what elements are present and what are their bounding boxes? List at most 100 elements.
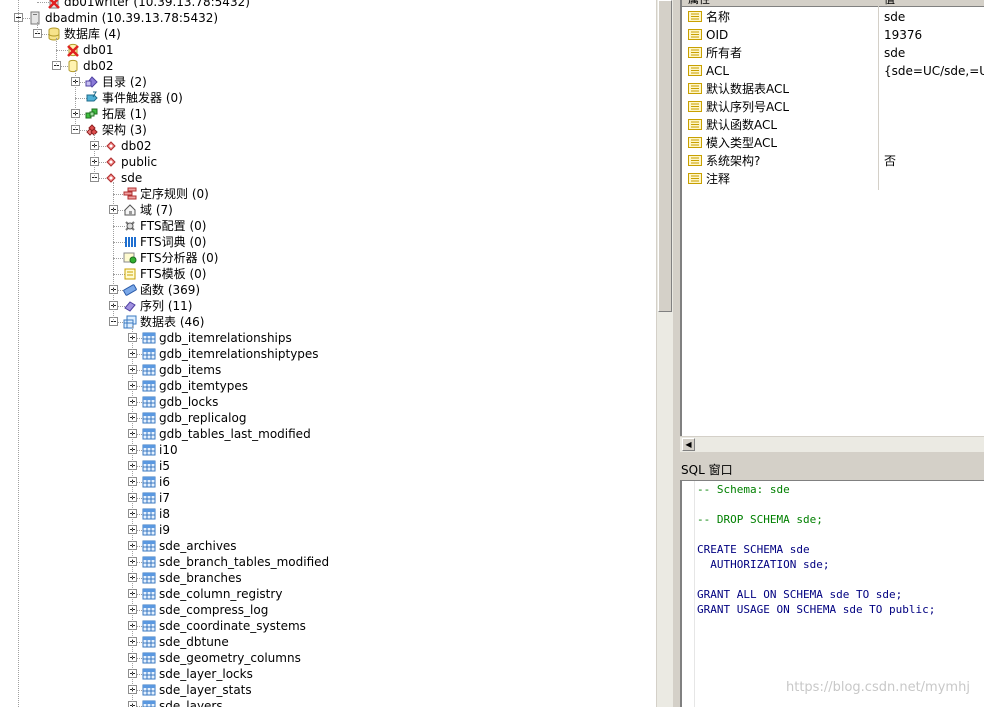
tree-node[interactable]: i7 xyxy=(0,490,656,506)
tree-node[interactable]: sde xyxy=(0,170,656,186)
tree-node-label[interactable]: FTS配置 (0) xyxy=(140,218,206,234)
tree-node[interactable]: 序列 (11) xyxy=(0,298,656,314)
tree-node-label[interactable]: gdb_itemrelationshiptypes xyxy=(159,346,319,362)
tree-node[interactable]: gdb_itemrelationships xyxy=(0,330,656,346)
tree-node-label[interactable]: sde_column_registry xyxy=(159,586,282,602)
vertical-splitter[interactable] xyxy=(673,0,680,707)
tree-node-label[interactable]: sde_layer_locks xyxy=(159,666,253,682)
tree-node[interactable]: db01 xyxy=(0,42,656,58)
sql-line[interactable]: GRANT USAGE ON SCHEMA sde TO public; xyxy=(697,602,935,617)
horizontal-splitter[interactable] xyxy=(673,452,984,460)
property-row[interactable]: 默认数据表ACL xyxy=(682,80,984,98)
tree-node[interactable]: FTS模板 (0) xyxy=(0,266,656,282)
tree-node-label[interactable]: i9 xyxy=(159,522,170,538)
tree-node[interactable]: 数据表 (46) xyxy=(0,314,656,330)
tree-node[interactable]: sde_layers xyxy=(0,698,656,707)
properties-column-value[interactable]: 值 xyxy=(884,0,895,6)
tree-node[interactable]: sde_archives xyxy=(0,538,656,554)
scroll-left-icon[interactable]: ◀ xyxy=(682,438,695,451)
tree-node[interactable]: dbadmin (10.39.13.78:5432) xyxy=(0,10,656,26)
tree-node[interactable]: 域 (7) xyxy=(0,202,656,218)
sql-line[interactable]: -- Schema: sde xyxy=(697,482,790,497)
tree-node-label[interactable]: 定序规则 (0) xyxy=(140,186,209,202)
tree-node-label[interactable]: db01writer (10.39.13.78:5432) xyxy=(64,0,250,10)
tree-node[interactable]: db02 xyxy=(0,58,656,74)
tree-node[interactable]: public xyxy=(0,154,656,170)
tree-node[interactable]: gdb_items xyxy=(0,362,656,378)
tree-node[interactable]: sde_branches xyxy=(0,570,656,586)
tree-node[interactable]: 事件触发器 (0) xyxy=(0,90,656,106)
tree-node[interactable]: FTS配置 (0) xyxy=(0,218,656,234)
sql-line[interactable]: GRANT ALL ON SCHEMA sde TO sde; xyxy=(697,587,902,602)
tree-node[interactable]: gdb_itemtypes xyxy=(0,378,656,394)
tree-node[interactable]: sde_coordinate_systems xyxy=(0,618,656,634)
tree-node-label[interactable]: sde_dbtune xyxy=(159,634,229,650)
tree-node-label[interactable]: sde_compress_log xyxy=(159,602,268,618)
tree-node[interactable]: 定序规则 (0) xyxy=(0,186,656,202)
tree-node-label[interactable]: FTS模板 (0) xyxy=(140,266,206,282)
tree-node-label[interactable]: i5 xyxy=(159,458,170,474)
tree-node[interactable]: gdb_itemrelationshiptypes xyxy=(0,346,656,362)
tree-node[interactable]: sde_geometry_columns xyxy=(0,650,656,666)
tree-node-label[interactable]: gdb_items xyxy=(159,362,221,378)
tree-node-label[interactable]: db02 xyxy=(121,138,152,154)
tree-node-label[interactable]: sde xyxy=(121,170,142,186)
tree-node-label[interactable]: sde_layers xyxy=(159,698,223,707)
tree-node-label[interactable]: sde_coordinate_systems xyxy=(159,618,306,634)
tree-node-label[interactable]: FTS分析器 (0) xyxy=(140,250,218,266)
property-row[interactable]: 注释 xyxy=(682,170,984,188)
tree-node-label[interactable]: i7 xyxy=(159,490,170,506)
tree-node[interactable]: i10 xyxy=(0,442,656,458)
tree-node-label[interactable]: sde_layer_stats xyxy=(159,682,252,698)
tree-node[interactable]: sde_dbtune xyxy=(0,634,656,650)
tree-node[interactable]: 目录 (2) xyxy=(0,74,656,90)
tree-node-label[interactable]: sde_geometry_columns xyxy=(159,650,301,666)
tree-node-label[interactable]: 目录 (2) xyxy=(102,74,147,90)
tree-node-label[interactable]: FTS词典 (0) xyxy=(140,234,206,250)
tree-node-label[interactable]: public xyxy=(121,154,157,170)
tree-node[interactable]: sde_column_registry xyxy=(0,586,656,602)
tree-node-label[interactable]: 函数 (369) xyxy=(140,282,200,298)
tree-node-label[interactable]: gdb_tables_last_modified xyxy=(159,426,311,442)
tree-node[interactable]: 数据库 (4) xyxy=(0,26,656,42)
tree-node[interactable]: sde_layer_stats xyxy=(0,682,656,698)
tree-node-label[interactable]: 域 (7) xyxy=(140,202,173,218)
tree-node[interactable]: i6 xyxy=(0,474,656,490)
tree-node-label[interactable]: 拓展 (1) xyxy=(102,106,147,122)
property-row[interactable]: 名称 sde xyxy=(682,8,984,26)
tree-node[interactable]: db02 xyxy=(0,138,656,154)
tree-node-label[interactable]: i10 xyxy=(159,442,178,458)
property-row[interactable]: 默认函数ACL xyxy=(682,116,984,134)
tree-node[interactable]: gdb_tables_last_modified xyxy=(0,426,656,442)
tree-node-label[interactable]: gdb_itemrelationships xyxy=(159,330,292,346)
tree-node[interactable]: FTS词典 (0) xyxy=(0,234,656,250)
tree-node[interactable]: sde_layer_locks xyxy=(0,666,656,682)
tree-node-label[interactable]: db01 xyxy=(83,42,114,58)
tree-node-label[interactable]: sde_branches xyxy=(159,570,242,586)
property-row[interactable]: 默认序列号ACL xyxy=(682,98,984,116)
property-row[interactable]: OID 19376 xyxy=(682,26,984,44)
properties-column-name[interactable]: 属性 xyxy=(688,0,710,6)
tree-node-label[interactable]: i6 xyxy=(159,474,170,490)
tree-scrollbar-thumb[interactable] xyxy=(658,0,672,312)
property-row[interactable]: ACL {sde=UC/sde,=U/s xyxy=(682,62,984,80)
sql-line[interactable]: CREATE SCHEMA sde xyxy=(697,542,810,557)
tree-node-label[interactable]: db02 xyxy=(83,58,114,74)
tree-node-label[interactable]: dbadmin (10.39.13.78:5432) xyxy=(45,10,218,26)
tree-node-label[interactable]: 事件触发器 (0) xyxy=(102,90,183,106)
tree-node[interactable]: 拓展 (1) xyxy=(0,106,656,122)
tree-node-label[interactable]: sde_branch_tables_modified xyxy=(159,554,329,570)
properties-horizontal-scrollbar[interactable]: ◀ xyxy=(680,436,984,452)
tree-node[interactable]: 架构 (3) xyxy=(0,122,656,138)
sql-line[interactable]: -- DROP SCHEMA sde; xyxy=(697,512,823,527)
tree-node[interactable]: i5 xyxy=(0,458,656,474)
tree-node-label[interactable]: gdb_itemtypes xyxy=(159,378,248,394)
tree-node[interactable]: gdb_locks xyxy=(0,394,656,410)
sql-line[interactable]: AUTHORIZATION sde; xyxy=(697,557,829,572)
tree-vertical-scrollbar[interactable] xyxy=(656,0,673,707)
tree-node[interactable]: 函数 (369) xyxy=(0,282,656,298)
tree-node[interactable]: sde_compress_log xyxy=(0,602,656,618)
tree-node-label[interactable]: 序列 (11) xyxy=(140,298,192,314)
tree-node-label[interactable]: sde_archives xyxy=(159,538,237,554)
tree-node[interactable]: i8 xyxy=(0,506,656,522)
